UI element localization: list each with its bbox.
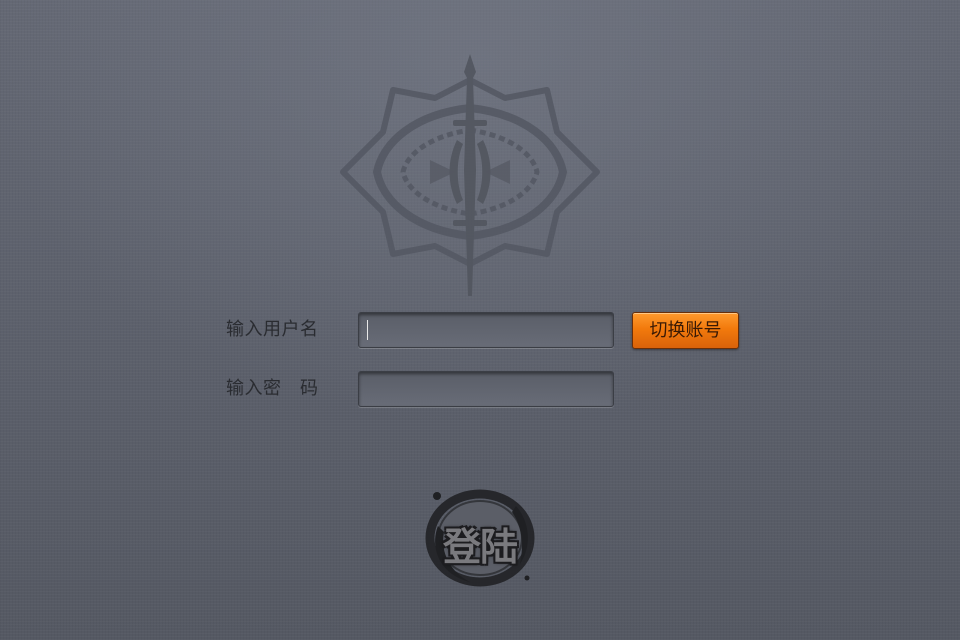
- username-input[interactable]: [358, 312, 614, 348]
- emblem-watermark-icon: [340, 54, 600, 296]
- username-label: 输入用户名: [226, 319, 319, 340]
- switch-account-button[interactable]: 切换账号: [632, 312, 739, 349]
- password-input[interactable]: [358, 371, 614, 407]
- login-button-label: 登陆: [442, 525, 518, 569]
- login-button[interactable]: 登陆: [420, 486, 540, 590]
- text-caret: [367, 320, 368, 340]
- password-label: 输入密 码: [226, 378, 319, 399]
